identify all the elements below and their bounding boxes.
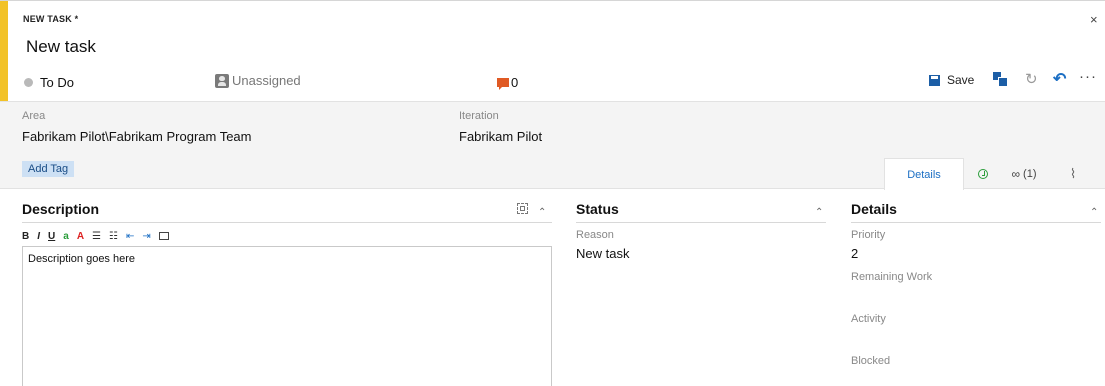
refresh-icon[interactable]: ↻: [1025, 70, 1038, 88]
area-label: Area: [22, 110, 46, 122]
tab-links[interactable]: ∞ (1): [1001, 158, 1047, 190]
bulleted-list-icon[interactable]: ☰: [92, 231, 101, 242]
save-button[interactable]: Save: [929, 73, 974, 87]
area-field[interactable]: Fabrikam Pilot\Fabrikam Program Team: [22, 129, 252, 144]
links-count: (1): [1023, 168, 1037, 180]
copy-icon[interactable]: [993, 72, 1008, 87]
insert-image-icon[interactable]: [158, 232, 169, 240]
work-item-title[interactable]: New task: [26, 37, 96, 57]
font-color-icon[interactable]: A: [77, 231, 84, 242]
description-text: Description goes here: [28, 253, 136, 265]
save-icon: [929, 74, 940, 86]
activity-label: Activity: [851, 313, 886, 325]
form-toolbar: Save ↻ ↶ ···: [0, 68, 1105, 91]
form-header: NEW TASK * × New task To Do Unassigned 0…: [0, 0, 1105, 102]
description-editor[interactable]: Description goes here: [22, 246, 552, 386]
priority-label: Priority: [851, 229, 886, 241]
priority-field[interactable]: 2: [851, 246, 858, 261]
reason-field[interactable]: New task: [576, 246, 629, 261]
history-icon: [978, 169, 988, 179]
indent-icon[interactable]: ⇥: [142, 231, 150, 242]
reason-label: Reason: [576, 229, 614, 241]
chevron-up-icon[interactable]: ⌃: [538, 207, 546, 218]
status-section-title[interactable]: Status: [576, 201, 619, 217]
iteration-field[interactable]: Fabrikam Pilot: [459, 129, 542, 144]
description-section-title[interactable]: Description: [22, 201, 99, 217]
save-label: Save: [947, 73, 975, 87]
underline-button[interactable]: U: [48, 231, 55, 242]
divider: [851, 222, 1101, 223]
chevron-up-icon[interactable]: ⌃: [1090, 207, 1098, 218]
highlight-icon[interactable]: a: [63, 231, 69, 242]
rich-text-toolbar: B I U a A ☰ ☷ ⇤ ⇥: [22, 228, 177, 244]
divider: [22, 222, 552, 223]
form-body: Description ⌃ B I U a A ☰ ☷ ⇤ ⇥ Descript…: [0, 189, 1105, 386]
blocked-label: Blocked: [851, 355, 891, 367]
form-tabs: Details ∞ (1) ⌇: [0, 158, 1105, 190]
more-actions-icon[interactable]: ···: [1079, 68, 1097, 85]
close-button[interactable]: ×: [1090, 13, 1098, 26]
details-section-title[interactable]: Details: [851, 201, 897, 217]
chevron-up-icon[interactable]: ⌃: [815, 207, 823, 218]
bold-button[interactable]: B: [22, 231, 29, 242]
classification-band: Area Fabrikam Pilot\Fabrikam Program Tea…: [0, 101, 1105, 190]
tab-attachments[interactable]: ⌇: [1058, 158, 1088, 190]
link-icon: ∞: [1011, 167, 1021, 181]
remaining-work-label: Remaining Work: [851, 271, 933, 283]
maximize-icon[interactable]: [517, 203, 528, 214]
italic-button[interactable]: I: [37, 231, 40, 242]
tab-history[interactable]: [966, 158, 1000, 190]
work-item-form: NEW TASK * × New task To Do Unassigned 0…: [0, 0, 1105, 386]
outdent-icon[interactable]: ⇤: [126, 231, 134, 242]
attachment-icon: ⌇: [1069, 166, 1077, 181]
work-item-type-label: NEW TASK *: [23, 14, 79, 24]
iteration-label: Iteration: [459, 110, 499, 122]
tab-details[interactable]: Details: [884, 158, 964, 190]
divider: [576, 222, 826, 223]
undo-icon[interactable]: ↶: [1053, 69, 1066, 89]
numbered-list-icon[interactable]: ☷: [109, 231, 118, 242]
